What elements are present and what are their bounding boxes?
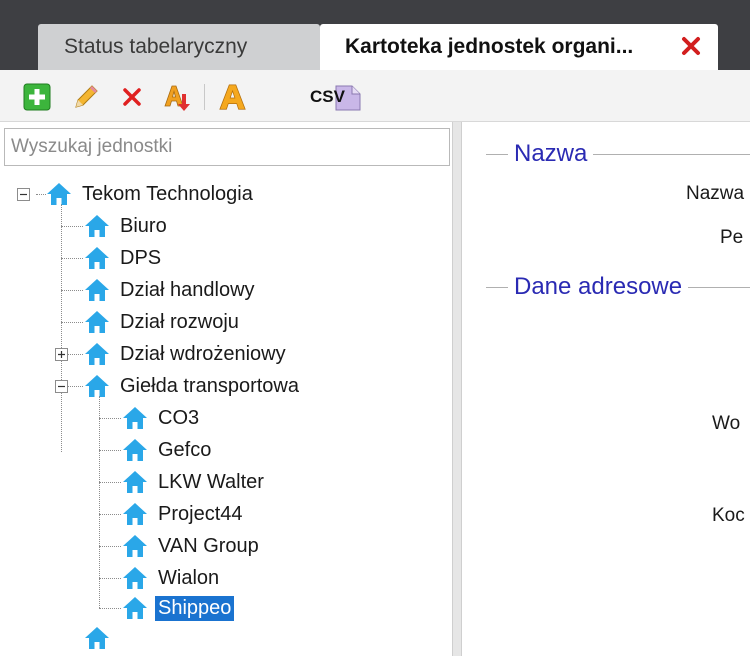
- tree-connector: [99, 450, 121, 451]
- font-button[interactable]: [218, 82, 248, 112]
- tree-connector: [61, 290, 83, 291]
- tree-connector: [36, 194, 46, 195]
- house-icon: [123, 535, 147, 557]
- house-icon: [85, 375, 109, 397]
- sort-button[interactable]: [162, 82, 192, 112]
- tree-node[interactable]: VAN Group: [122, 531, 262, 561]
- delete-button[interactable]: [117, 82, 147, 112]
- field-label-kod: Koc: [712, 505, 745, 526]
- tree-node-label: Dział handlowy: [120, 278, 255, 301]
- plus-icon: [23, 83, 51, 111]
- tree-node-label: Giełda transportowa: [120, 374, 299, 397]
- delete-icon: [123, 88, 141, 106]
- tab-label: Status tabelaryczny: [64, 35, 248, 58]
- tree-connector: [61, 226, 83, 227]
- minus-icon: [20, 193, 27, 196]
- tree-node[interactable]: Biuro: [84, 211, 170, 241]
- minus-icon: [58, 385, 65, 388]
- unit-details-panel: Nazwa Nazwa Pe Dane adresowe Wo Koc: [462, 122, 750, 656]
- tab-status-tabelaryczny[interactable]: Status tabelaryczny: [38, 24, 320, 70]
- house-icon: [85, 247, 109, 269]
- tree-node-label: DPS: [120, 246, 162, 269]
- tree-node-label: Shippeo: [155, 595, 235, 621]
- tree-node[interactable]: Dział handlowy: [84, 275, 258, 305]
- group-title-nazwa: Nazwa: [508, 140, 594, 168]
- house-icon: [47, 183, 71, 205]
- tree-connector: [99, 514, 121, 515]
- field-label-nazwa: Nazwa: [686, 183, 745, 204]
- house-icon: [123, 407, 147, 429]
- tree-node-label: Project44: [158, 502, 243, 525]
- house-icon: [123, 597, 147, 619]
- csv-export-button[interactable]: CSV: [306, 82, 362, 112]
- tree-node[interactable]: DPS: [84, 243, 164, 273]
- toolbar-separator: [204, 84, 205, 110]
- tree-connector: [68, 354, 83, 355]
- tree-node[interactable]: Dział wdrożeniowy: [84, 339, 289, 369]
- unit-tree: Tekom Technologia Biuro DPS Dział handlo…: [0, 122, 452, 656]
- tree-node[interactable]: Dział rozwoju: [84, 307, 242, 337]
- tree-connector: [99, 546, 121, 547]
- add-button[interactable]: [22, 82, 52, 112]
- unit-tree-panel: Tekom Technologia Biuro DPS Dział handlo…: [0, 122, 458, 656]
- house-icon: [85, 627, 109, 649]
- tree-connector: [99, 396, 100, 608]
- house-icon: [123, 567, 147, 589]
- tree-connector: [99, 578, 121, 579]
- field-label-pe: Pe: [720, 227, 744, 248]
- tree-connector: [99, 608, 121, 609]
- tree-node[interactable]: LKW Walter: [122, 467, 267, 497]
- tree-node-label: Wialon: [158, 566, 220, 589]
- tree-node-label: LKW Walter: [158, 470, 264, 493]
- collapse-toggle[interactable]: [55, 380, 68, 393]
- tree-node-label: CO3: [158, 406, 200, 429]
- tree-node-label: Tekom Technologia: [82, 182, 253, 205]
- tree-node[interactable]: CO3: [122, 403, 202, 433]
- tree-connector: [99, 482, 121, 483]
- tree-node-label: Biuro: [120, 214, 167, 237]
- tree-node-selected[interactable]: Shippeo: [122, 593, 235, 623]
- font-icon: [219, 84, 246, 110]
- tree-node[interactable]: Wialon: [122, 563, 222, 593]
- plus-small-icon: [58, 351, 65, 358]
- tree-node-label: Dział wdrożeniowy: [120, 342, 286, 365]
- tree-connector: [99, 418, 121, 419]
- tree-node-root[interactable]: Tekom Technologia: [46, 179, 256, 209]
- tab-label: Kartoteka jednostek organi...: [345, 35, 634, 58]
- tree-node[interactable]: Gefco: [122, 435, 214, 465]
- house-icon: [85, 215, 109, 237]
- house-icon: [85, 311, 109, 333]
- tree-node-label: Gefco: [158, 438, 212, 461]
- tree-connector: [61, 322, 83, 323]
- field-label-woj: Wo: [712, 413, 741, 434]
- house-icon: [85, 279, 109, 301]
- panel-splitter[interactable]: [452, 122, 462, 656]
- expand-toggle[interactable]: [55, 348, 68, 361]
- edit-button[interactable]: [70, 82, 100, 112]
- house-icon: [85, 343, 109, 365]
- tree-connector: [61, 258, 83, 259]
- pencil-icon: [75, 85, 98, 108]
- tree-connector: [68, 386, 83, 387]
- font-down-icon: [164, 85, 190, 111]
- tree-node-label: Dział rozwoju: [120, 310, 239, 333]
- close-icon[interactable]: [680, 35, 702, 57]
- csv-label: CSV: [310, 87, 345, 106]
- tree-node[interactable]: Project44: [122, 499, 246, 529]
- house-icon: [123, 503, 147, 525]
- tab-bar: Status tabelaryczny Kartoteka jednostek …: [0, 0, 750, 70]
- tree-node[interactable]: Giełda transportowa: [84, 371, 302, 401]
- toolbar: CSV: [0, 70, 750, 122]
- tree-node-label: VAN Group: [158, 534, 259, 557]
- tab-kartoteka-jednostek[interactable]: Kartoteka jednostek organi...: [320, 24, 718, 70]
- house-icon: [123, 471, 147, 493]
- tree-connector: [61, 204, 62, 452]
- group-title-dane-adresowe: Dane adresowe: [508, 273, 689, 301]
- collapse-toggle[interactable]: [17, 188, 30, 201]
- house-icon: [123, 439, 147, 461]
